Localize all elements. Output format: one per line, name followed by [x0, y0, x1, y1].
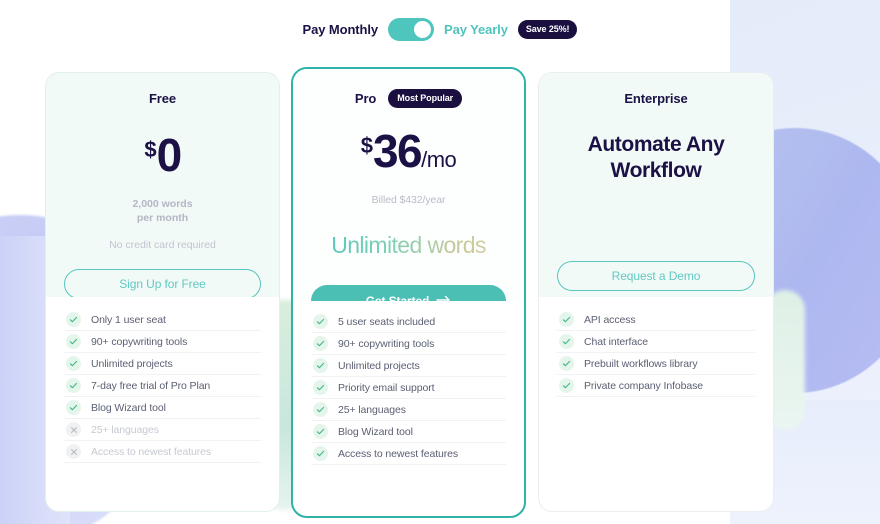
free-card-features: Only 1 user seat 90+ copywriting tools Unl…: [46, 297, 279, 463]
list-item: 90+ copywriting tools: [64, 331, 261, 353]
free-note-line-1: 2,000 words: [132, 198, 193, 210]
check-icon: [66, 312, 81, 327]
feature-label: Private company Infobase: [584, 379, 704, 392]
pro-price: $36/mo: [311, 128, 506, 174]
check-icon: [559, 312, 574, 327]
feature-label: Access to newest features: [338, 447, 459, 460]
check-icon: [66, 400, 81, 415]
pro-period: /mo: [421, 147, 457, 172]
pro-amount: 36: [372, 125, 423, 177]
check-icon: [66, 334, 81, 349]
check-icon: [313, 314, 328, 329]
pro-card-features: 5 user seats included 90+ copywriting too…: [293, 301, 524, 465]
list-item: Blog Wizard tool: [64, 397, 261, 419]
check-icon: [313, 402, 328, 417]
check-icon: [559, 334, 574, 349]
switch-knob: [414, 20, 431, 38]
feature-label: Priority email support: [338, 381, 435, 394]
list-item: Only 1 user seat: [64, 309, 261, 331]
enterprise-plan-name: Enterprise: [624, 91, 688, 106]
list-item: Blog Wizard tool: [311, 421, 506, 443]
get-started-label: Get Started: [365, 294, 430, 308]
check-icon: [313, 358, 328, 373]
billing-toggle-row: Pay Monthly Pay Yearly Save 25%!: [0, 0, 880, 58]
check-icon: [313, 336, 328, 351]
free-currency: $: [144, 137, 157, 162]
pro-plan-name: Pro: [354, 91, 377, 106]
list-item: Private company Infobase: [557, 375, 755, 397]
feature-label: Only 1 user seat: [91, 313, 166, 326]
check-icon: [313, 380, 328, 395]
feature-label: 90+ copywriting tools: [338, 337, 435, 350]
cross-icon: [66, 422, 81, 437]
enterprise-card-features: API access Chat interface Prebuilt workflo…: [539, 297, 773, 397]
list-item: 25+ languages: [311, 399, 506, 421]
pay-monthly-label[interactable]: Pay Monthly: [303, 22, 379, 37]
enterprise-headline-line-1: Automate Any: [587, 133, 725, 156]
feature-label: Blog Wizard tool: [91, 401, 166, 414]
list-item: Prebuilt workflows library: [557, 353, 755, 375]
enterprise-headline-line-2: Workflow: [610, 158, 702, 182]
free-subnote: No credit card required: [109, 239, 216, 252]
pricing-card-pro: Pro Most Popular $36/mo Billed $432/year…: [291, 67, 526, 518]
feature-label: 25+ languages: [338, 403, 406, 416]
list-item: 90+ copywriting tools: [311, 333, 506, 355]
feature-label: Chat interface: [584, 335, 648, 348]
pay-yearly-label[interactable]: Pay Yearly: [444, 22, 508, 37]
list-item: 7-day free trial of Pro Plan: [64, 375, 261, 397]
sign-up-for-free-label: Sign Up for Free: [119, 277, 206, 292]
feature-label: 5 user seats included: [338, 315, 436, 328]
feature-label: Unlimited projects: [338, 359, 420, 372]
check-icon: [66, 356, 81, 371]
list-item: Chat interface: [557, 331, 755, 353]
sign-up-for-free-button[interactable]: Sign Up for Free: [64, 269, 261, 300]
enterprise-card-header: Enterprise Automate Any Workflow Request…: [539, 73, 773, 297]
enterprise-headline: Automate Any Workflow: [557, 132, 755, 183]
save-badge: Save 25%!: [517, 19, 578, 39]
feature-label: Prebuilt workflows library: [584, 357, 698, 370]
pro-billed-note: Billed $432/year: [371, 194, 446, 206]
free-price: $0: [64, 132, 261, 178]
check-icon: [66, 378, 81, 393]
list-item: 25+ languages: [64, 419, 261, 441]
pro-card-header: Pro Most Popular $36/mo Billed $432/year…: [293, 69, 524, 317]
pro-header-row: Pro Most Popular: [311, 89, 506, 108]
pro-currency: $: [360, 133, 373, 158]
list-item: Priority email support: [311, 377, 506, 399]
request-a-demo-button[interactable]: Request a Demo: [557, 261, 755, 292]
free-plan-name: Free: [148, 91, 177, 106]
feature-label: 7-day free trial of Pro Plan: [91, 379, 211, 392]
check-icon: [313, 424, 328, 439]
feature-label: Access to newest features: [91, 445, 212, 458]
list-item: Access to newest features: [311, 443, 506, 465]
pro-feature-list: 5 user seats included 90+ copywriting too…: [311, 311, 506, 465]
list-item: API access: [557, 309, 755, 331]
pro-highlight-text: Unlimited words: [311, 232, 506, 259]
free-card-header: Free $0 2,000 words per month No credit …: [46, 73, 279, 300]
enterprise-feature-list: API access Chat interface Prebuilt workflo…: [557, 309, 755, 397]
request-a-demo-label: Request a Demo: [611, 269, 701, 284]
billing-period-switch[interactable]: [388, 17, 434, 41]
check-icon: [559, 356, 574, 371]
free-note-line-2: per month: [136, 211, 189, 224]
free-feature-list: Only 1 user seat 90+ copywriting tools Unl…: [64, 309, 261, 463]
pricing-card-enterprise: Enterprise Automate Any Workflow Request…: [538, 72, 774, 512]
feature-label: Unlimited projects: [91, 357, 173, 370]
pricing-card-free: Free $0 2,000 words per month No credit …: [45, 72, 280, 512]
list-item: Access to newest features: [64, 441, 261, 463]
check-icon: [559, 378, 574, 393]
list-item: Unlimited projects: [311, 355, 506, 377]
cross-icon: [66, 444, 81, 459]
feature-label: 90+ copywriting tools: [91, 335, 188, 348]
arrow-right-icon: [436, 294, 451, 308]
feature-label: API access: [584, 313, 636, 326]
most-popular-badge: Most Popular: [388, 89, 463, 108]
list-item: 5 user seats included: [311, 311, 506, 333]
feature-label: 25+ languages: [91, 423, 159, 436]
check-icon: [313, 446, 328, 461]
pricing-cards: Free $0 2,000 words per month No credit …: [0, 67, 880, 524]
free-amount: 0: [156, 129, 183, 181]
list-item: Unlimited projects: [64, 353, 261, 375]
feature-label: Blog Wizard tool: [338, 425, 413, 438]
